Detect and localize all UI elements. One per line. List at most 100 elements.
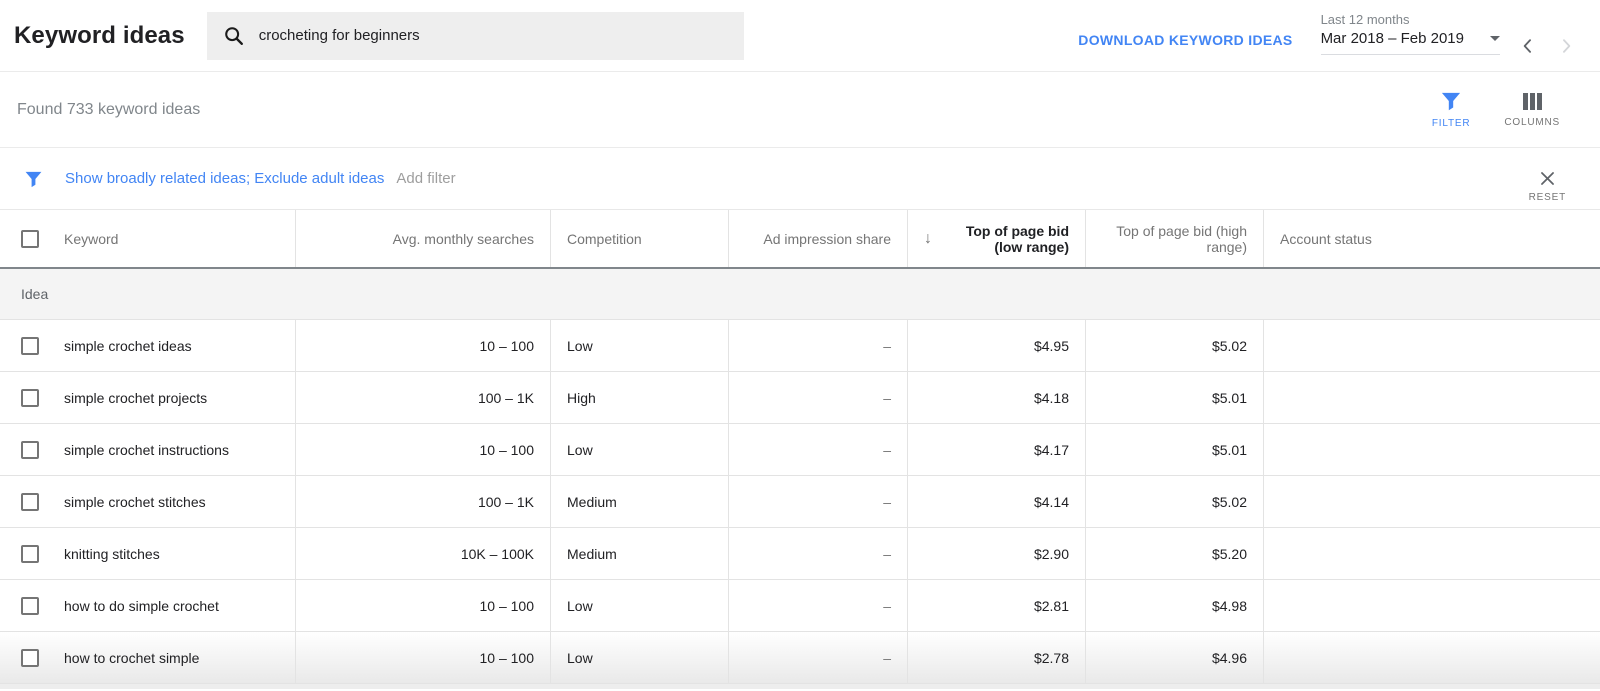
row-checkbox[interactable] (21, 337, 39, 355)
download-keyword-ideas-button[interactable]: DOWNLOAD KEYWORD IDEAS (1078, 32, 1292, 48)
filter-button[interactable]: FILTER (1432, 91, 1471, 129)
sort-descending-icon: ↓ (924, 230, 932, 248)
columns-button[interactable]: COLUMNS (1504, 91, 1560, 129)
high-bid-cell: $5.01 (1085, 372, 1263, 423)
account-status-cell (1263, 320, 1600, 371)
select-all-checkbox[interactable] (21, 230, 39, 248)
high-bid-cell: $4.96 (1085, 632, 1263, 683)
table-bottom-fade (0, 684, 1600, 689)
ad-impression-share-cell: – (728, 528, 907, 579)
table-row[interactable]: simple crochet stitches 100 – 1K Medium … (0, 476, 1600, 528)
column-header-account-status[interactable]: Account status (1263, 210, 1600, 267)
ad-impression-share-cell: – (728, 632, 907, 683)
column-header-competition[interactable]: Competition (550, 210, 728, 267)
account-status-cell (1263, 580, 1600, 631)
columns-icon (1523, 91, 1542, 110)
ad-impression-share-cell: – (728, 476, 907, 527)
date-range-label: Last 12 months (1321, 12, 1500, 27)
keyword-search-box[interactable] (207, 12, 744, 60)
ad-impression-share-cell: – (728, 424, 907, 475)
top-bar-right: DOWNLOAD KEYWORD IDEAS Last 12 months Ma… (1078, 12, 1576, 59)
low-bid-cell: $4.14 (907, 476, 1085, 527)
competition-cell: Medium (550, 528, 728, 579)
reset-filters-button[interactable]: RESET (1529, 169, 1566, 203)
table-row[interactable]: simple crochet projects 100 – 1K High – … (0, 372, 1600, 424)
competition-cell: Medium (550, 476, 728, 527)
ad-impression-share-cell: – (728, 320, 907, 371)
search-input[interactable] (259, 27, 728, 44)
page-title: Keyword ideas (14, 22, 185, 50)
account-status-cell (1263, 424, 1600, 475)
results-bar: Found 733 keyword ideas FILTER COLUMNS (0, 71, 1600, 148)
close-icon (1538, 169, 1557, 188)
row-checkbox[interactable] (21, 389, 39, 407)
column-header-ad-impression-share[interactable]: Ad impression share (728, 210, 907, 267)
keyword-cell: how to do simple crochet (64, 598, 219, 614)
column-header-top-of-page-bid-low[interactable]: ↓ Top of page bid (low range) (907, 210, 1085, 267)
high-bid-cell: $5.20 (1085, 528, 1263, 579)
row-checkbox[interactable] (21, 545, 39, 563)
high-bid-cell: $5.02 (1085, 476, 1263, 527)
chevron-right-icon (1556, 36, 1576, 56)
account-status-cell (1263, 632, 1600, 683)
filter-funnel-icon (24, 170, 43, 188)
low-bid-cell: $2.78 (907, 632, 1085, 683)
ad-impression-share-cell: – (728, 372, 907, 423)
table-row[interactable]: how to crochet simple 10 – 100 Low – $2.… (0, 632, 1600, 684)
table-row[interactable]: how to do simple crochet 10 – 100 Low – … (0, 580, 1600, 632)
account-status-cell (1263, 528, 1600, 579)
row-checkbox[interactable] (21, 649, 39, 667)
searches-cell: 10 – 100 (295, 580, 550, 631)
section-row-idea: Idea (0, 269, 1600, 320)
active-filters-link[interactable]: Show broadly related ideas; Exclude adul… (65, 170, 384, 187)
column-header-keyword[interactable]: Keyword (64, 231, 118, 247)
keyword-cell: how to crochet simple (64, 650, 199, 666)
chevron-down-icon (1490, 36, 1500, 41)
low-bid-cell: $4.95 (907, 320, 1085, 371)
competition-cell: Low (550, 632, 728, 683)
high-bid-cell: $5.01 (1085, 424, 1263, 475)
competition-cell: Low (550, 320, 728, 371)
next-period-button[interactable] (1556, 36, 1576, 59)
high-bid-cell: $4.98 (1085, 580, 1263, 631)
previous-period-button[interactable] (1518, 36, 1538, 59)
low-bid-cell: $2.90 (907, 528, 1085, 579)
competition-cell: Low (550, 580, 728, 631)
add-filter-button[interactable]: Add filter (396, 170, 455, 187)
search-icon (223, 25, 245, 47)
filter-funnel-icon (1440, 91, 1462, 111)
keyword-cell: knitting stitches (64, 546, 160, 562)
found-count-text: Found 733 keyword ideas (17, 101, 200, 119)
column-header-top-of-page-bid-high[interactable]: Top of page bid (high range) (1085, 210, 1263, 267)
row-checkbox[interactable] (21, 493, 39, 511)
reset-button-label: RESET (1529, 192, 1566, 203)
keyword-cell: simple crochet ideas (64, 338, 192, 354)
searches-cell: 10 – 100 (295, 632, 550, 683)
competition-cell: High (550, 372, 728, 423)
chevron-left-icon (1518, 36, 1538, 56)
keyword-cell: simple crochet stitches (64, 494, 206, 510)
column-header-top-of-page-bid-low-label: Top of page bid (low range) (938, 223, 1069, 255)
columns-button-label: COLUMNS (1504, 117, 1560, 128)
row-checkbox[interactable] (21, 441, 39, 459)
column-header-avg-monthly-searches[interactable]: Avg. monthly searches (295, 210, 550, 267)
searches-cell: 10K – 100K (295, 528, 550, 579)
table-row[interactable]: knitting stitches 10K – 100K Medium – $2… (0, 528, 1600, 580)
low-bid-cell: $4.18 (907, 372, 1085, 423)
table-header-row: Keyword Avg. monthly searches Competitio… (0, 210, 1600, 269)
filter-button-label: FILTER (1432, 118, 1471, 129)
keyword-cell: simple crochet projects (64, 390, 207, 406)
account-status-cell (1263, 476, 1600, 527)
searches-cell: 10 – 100 (295, 424, 550, 475)
date-range-picker[interactable]: Last 12 months Mar 2018 – Feb 2019 (1321, 12, 1500, 55)
table-row[interactable]: simple crochet instructions 10 – 100 Low… (0, 424, 1600, 476)
searches-cell: 10 – 100 (295, 320, 550, 371)
table-row[interactable]: simple crochet ideas 10 – 100 Low – $4.9… (0, 320, 1600, 372)
header-keyword: Keyword (0, 210, 295, 267)
low-bid-cell: $2.81 (907, 580, 1085, 631)
low-bid-cell: $4.17 (907, 424, 1085, 475)
row-checkbox[interactable] (21, 597, 39, 615)
filter-bar: Show broadly related ideas; Exclude adul… (0, 148, 1600, 210)
keyword-cell: simple crochet instructions (64, 442, 229, 458)
account-status-cell (1263, 372, 1600, 423)
